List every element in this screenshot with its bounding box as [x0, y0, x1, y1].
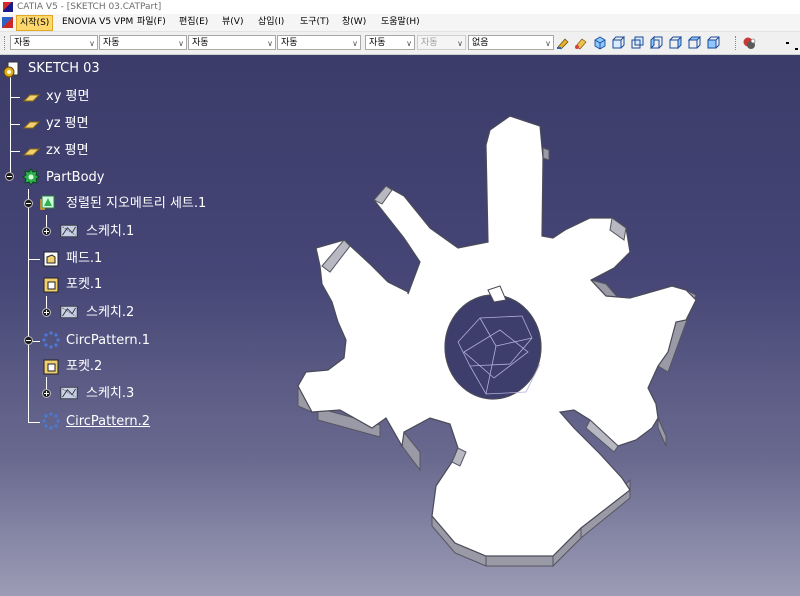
- cube-bottom-icon[interactable]: [706, 36, 721, 50]
- expand-icon[interactable]: [42, 227, 51, 236]
- tree-connector: [28, 422, 40, 423]
- tree-circpattern2-label[interactable]: CircPattern.2: [66, 413, 150, 431]
- toolbar-grip[interactable]: [4, 36, 7, 50]
- graphic-properties-toolbar: 자동 ∨ 자동 ∨ 자동 ∨ 자동 ∨ 자동 ∨ 자동 ∨ 없음 ∨: [0, 32, 800, 55]
- cube-right-icon[interactable]: [668, 36, 683, 50]
- layer-value: 없음: [472, 38, 489, 48]
- tree-connector: [28, 259, 40, 260]
- circular-pattern-icon[interactable]: [42, 412, 60, 430]
- point-symbol-value: 자동: [369, 38, 386, 48]
- eraser-icon[interactable]: [573, 36, 588, 50]
- plane-icon[interactable]: [22, 143, 40, 161]
- more-icon[interactable]: [783, 36, 798, 50]
- chevron-down-icon: ∨: [267, 39, 273, 48]
- part-document-icon[interactable]: [2, 61, 20, 79]
- collapse-icon[interactable]: [24, 199, 33, 208]
- catia-logo-icon: [3, 2, 13, 12]
- cube-top-icon[interactable]: [687, 36, 702, 50]
- layer-select[interactable]: 없음 ∨: [468, 35, 554, 50]
- tree-connector: [10, 75, 11, 179]
- tree-pad-label[interactable]: 패드.1: [66, 250, 102, 268]
- tree-sketch2-label[interactable]: 스케치.2: [86, 304, 134, 322]
- render-style-icon[interactable]: [742, 36, 757, 50]
- tree-root-label[interactable]: SKETCH 03: [28, 60, 100, 78]
- rendering-style-value: 자동: [421, 38, 438, 48]
- paint-icon[interactable]: [556, 36, 571, 50]
- expand-icon[interactable]: [42, 389, 51, 398]
- tree-connector: [10, 124, 20, 125]
- tree-pocket2-label[interactable]: 포켓.2: [66, 358, 102, 376]
- part-model[interactable]: [0, 55, 800, 596]
- line-thickness-select[interactable]: 자동 ∨: [188, 35, 276, 50]
- collapse-icon[interactable]: [24, 336, 33, 345]
- body-icon[interactable]: [22, 168, 40, 186]
- tree-sketch1-label[interactable]: 스케치.1: [86, 223, 134, 241]
- tree-connector: [10, 97, 20, 98]
- pocket-icon[interactable]: [42, 276, 60, 294]
- chevron-down-icon: ∨: [178, 39, 184, 48]
- chevron-down-icon: ∨: [406, 39, 412, 48]
- window-title: CATIA V5 - [SKETCH 03.CATPart]: [17, 2, 162, 12]
- menu-enovia[interactable]: ENOVIA V5 VPM: [59, 14, 136, 31]
- sketch-icon[interactable]: [60, 303, 78, 321]
- pad-icon[interactable]: [42, 250, 60, 268]
- menu-tools[interactable]: 도구(T): [297, 14, 332, 31]
- chevron-down-icon: ∨: [89, 39, 95, 48]
- tree-sketch3-label[interactable]: 스케치.3: [86, 385, 134, 403]
- tree-pocket1-label[interactable]: 포켓.1: [66, 276, 102, 294]
- menu-edit[interactable]: 편집(E): [176, 14, 211, 31]
- document-icon[interactable]: [2, 17, 13, 28]
- pocket-icon[interactable]: [42, 358, 60, 376]
- tree-geomset-label[interactable]: 정렬된 지오메트리 세트.1: [66, 195, 206, 213]
- line-type-select[interactable]: 자동 ∨: [277, 35, 361, 50]
- chevron-down-icon: ∨: [545, 39, 551, 48]
- tree-circpattern1-label[interactable]: CircPattern.1: [66, 332, 150, 350]
- transparency-value: 자동: [103, 38, 120, 48]
- tree-connector: [28, 189, 29, 423]
- menu-window[interactable]: 창(W): [339, 14, 369, 31]
- menu-file[interactable]: 파일(F): [134, 14, 169, 31]
- menu-bar: 시작(S) ENOVIA V5 VPM 파일(F) 편집(E) 뷰(V) 삽입(…: [0, 14, 800, 32]
- transparency-select[interactable]: 자동 ∨: [99, 35, 187, 50]
- collapse-icon[interactable]: [5, 172, 14, 181]
- line-thickness-value: 자동: [192, 38, 209, 48]
- point-symbol-select[interactable]: 자동 ∨: [365, 35, 415, 50]
- fill-color-value: 자동: [14, 38, 31, 48]
- menu-insert[interactable]: 삽입(I): [255, 14, 287, 31]
- chevron-down-icon: ∨: [457, 39, 463, 48]
- 3d-viewport[interactable]: SKETCH 03 xy 평면 yz 평면 zx 평면 PartBody 정렬된…: [0, 55, 800, 596]
- tree-plane-yz-label[interactable]: yz 평면: [46, 115, 89, 133]
- line-type-value: 자동: [281, 38, 298, 48]
- tree-connector: [10, 151, 20, 152]
- tree-plane-xy-label[interactable]: xy 평면: [46, 88, 89, 106]
- rendering-style-select: 자동 ∨: [417, 35, 466, 50]
- tree-plane-zx-label[interactable]: zx 평면: [46, 142, 89, 160]
- cube-left-icon[interactable]: [649, 36, 664, 50]
- expand-icon[interactable]: [42, 308, 51, 317]
- chevron-down-icon: ∨: [352, 39, 358, 48]
- sketch-icon[interactable]: [60, 384, 78, 402]
- tree-partbody-label[interactable]: PartBody: [46, 169, 104, 187]
- sketch-icon[interactable]: [60, 222, 78, 240]
- cube-iso-icon[interactable]: [592, 36, 607, 50]
- plane-icon[interactable]: [22, 89, 40, 107]
- cube-back-icon[interactable]: [630, 36, 645, 50]
- plane-icon[interactable]: [22, 116, 40, 134]
- title-bar: CATIA V5 - [SKETCH 03.CATPart]: [0, 0, 800, 14]
- toolbar-grip[interactable]: [735, 36, 738, 50]
- circular-pattern-icon[interactable]: [42, 331, 60, 349]
- menu-help[interactable]: 도움말(H): [378, 14, 423, 31]
- menu-view[interactable]: 뷰(V): [219, 14, 246, 31]
- cube-front-icon[interactable]: [611, 36, 626, 50]
- menu-start[interactable]: 시작(S): [16, 15, 54, 31]
- geometrical-set-icon[interactable]: [38, 194, 56, 212]
- fill-color-select[interactable]: 자동 ∨: [10, 35, 98, 50]
